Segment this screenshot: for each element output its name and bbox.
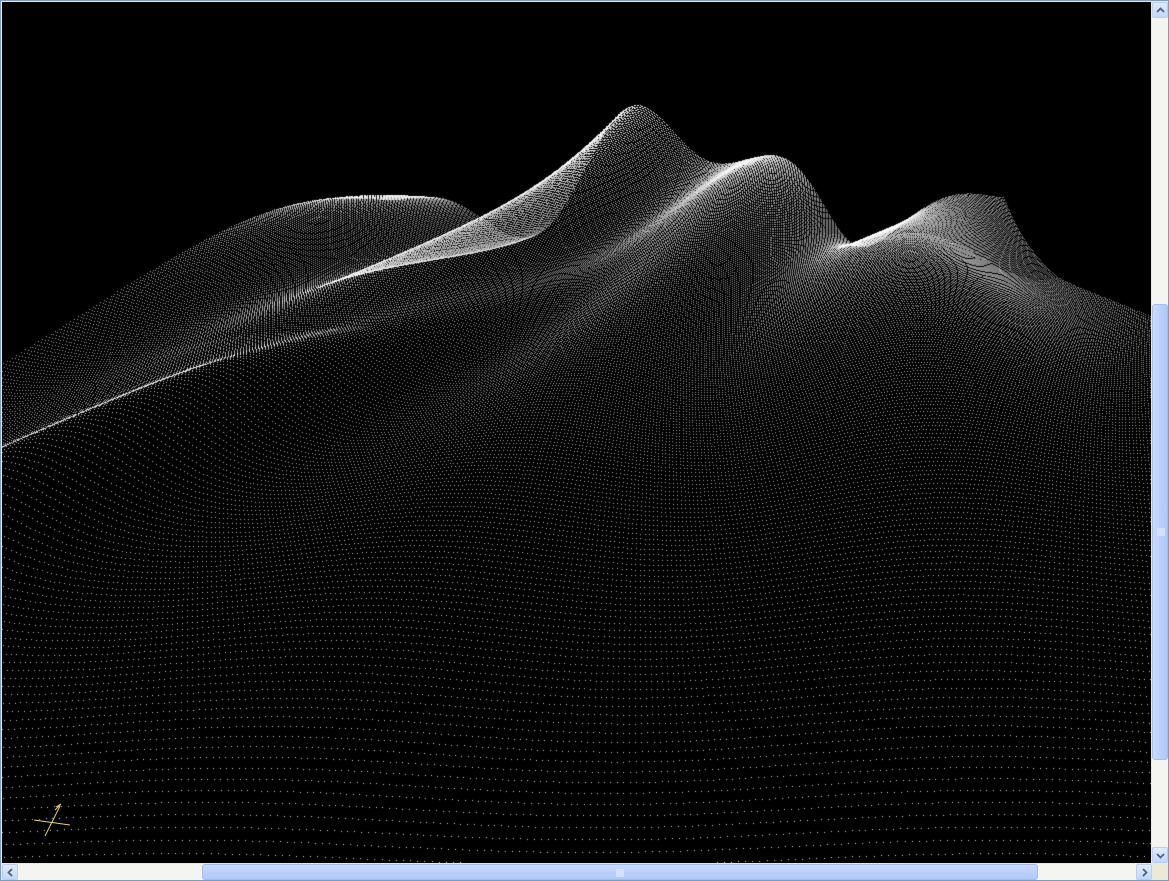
arrow-down-icon xyxy=(1155,852,1165,859)
scroll-up-button[interactable] xyxy=(1152,2,1168,18)
grip-icon xyxy=(616,869,624,877)
scroll-right-button[interactable] xyxy=(1136,864,1152,880)
grip-icon xyxy=(1157,528,1165,536)
horizontal-scrollbar[interactable] xyxy=(2,864,1152,880)
scroll-left-button[interactable] xyxy=(2,864,18,880)
viewer-window xyxy=(0,0,1169,881)
vertical-scrollbar[interactable] xyxy=(1152,2,1168,863)
scrollbar-corner xyxy=(1152,864,1168,880)
arrow-right-icon xyxy=(1141,867,1148,877)
scroll-down-button[interactable] xyxy=(1152,847,1168,863)
horizontal-scroll-thumb[interactable] xyxy=(202,864,1038,880)
point-cloud-viewport[interactable] xyxy=(2,2,1151,863)
arrow-up-icon xyxy=(1155,6,1165,13)
terrain-point-cloud[interactable] xyxy=(2,2,1151,863)
arrow-left-icon xyxy=(6,867,13,877)
axis-triad-icon xyxy=(33,803,71,837)
vertical-scroll-thumb[interactable] xyxy=(1152,304,1168,760)
